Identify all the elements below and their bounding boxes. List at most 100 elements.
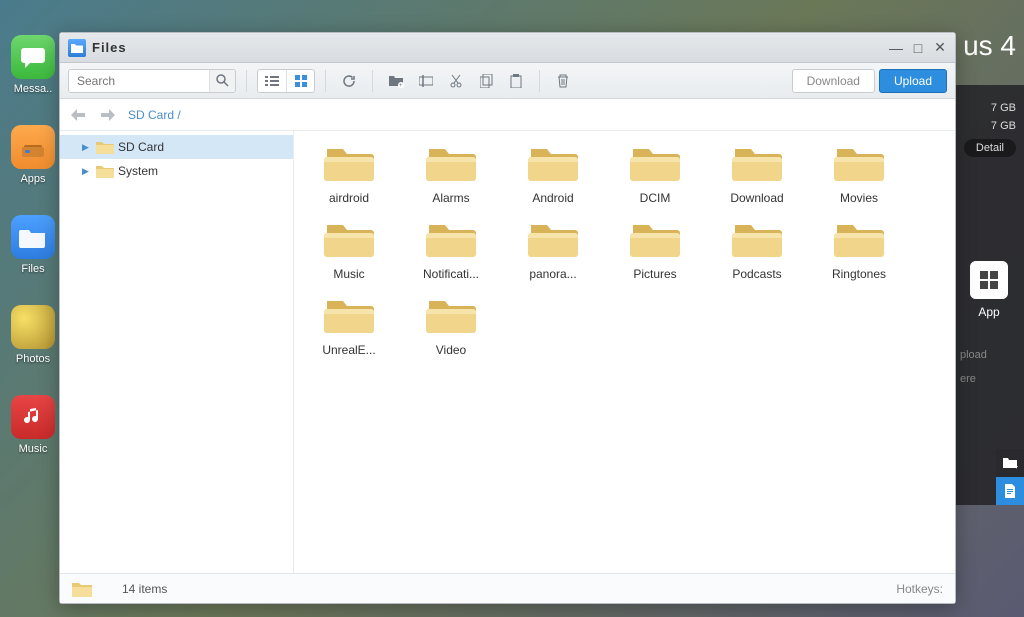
folder-item[interactable]: Video xyxy=(416,295,486,357)
folder-item[interactable]: Music xyxy=(314,219,384,281)
desktop-icon-label: Messa.. xyxy=(14,83,53,95)
refresh-button[interactable] xyxy=(336,69,362,93)
desktop-icon-label: Photos xyxy=(16,353,50,365)
window-controls: — □ ✕ xyxy=(889,41,947,55)
folder-label: airdroid xyxy=(314,191,384,205)
delete-button[interactable] xyxy=(550,69,576,93)
folder-label: panora... xyxy=(518,267,588,281)
grid-view-button[interactable] xyxy=(286,70,314,92)
folder-label: DCIM xyxy=(620,191,690,205)
folder-item[interactable]: Movies xyxy=(824,143,894,205)
divider xyxy=(372,70,373,92)
toolbar: + Download Upload xyxy=(60,63,955,99)
folder-item[interactable]: DCIM xyxy=(620,143,690,205)
minimize-button[interactable]: — xyxy=(889,41,903,55)
search-input[interactable] xyxy=(69,70,209,92)
divider xyxy=(539,70,540,92)
back-button[interactable] xyxy=(68,105,88,125)
sidebar: ▶ SD Card ▶ System xyxy=(60,131,294,573)
list-view-button[interactable] xyxy=(258,70,286,92)
folder-label: Pictures xyxy=(620,267,690,281)
folder-item[interactable]: Download xyxy=(722,143,792,205)
folder-label: Ringtones xyxy=(824,267,894,281)
forward-button[interactable] xyxy=(98,105,118,125)
new-folder-button[interactable]: + xyxy=(383,69,409,93)
folder-item[interactable]: Pictures xyxy=(620,219,690,281)
folder-label: Podcasts xyxy=(722,267,792,281)
desktop-icon-photos[interactable]: Photos xyxy=(11,305,55,365)
folder-item[interactable]: Alarms xyxy=(416,143,486,205)
folder-item[interactable]: Notificati... xyxy=(416,219,486,281)
tree-item-system[interactable]: ▶ System xyxy=(60,159,293,183)
tree-label: SD Card xyxy=(118,140,164,154)
cut-button[interactable] xyxy=(443,69,469,93)
right-here-text: ere xyxy=(954,373,1024,397)
search-box xyxy=(68,69,236,93)
window-title: Files xyxy=(92,40,127,55)
folder-item[interactable]: Podcasts xyxy=(722,219,792,281)
svg-text:+: + xyxy=(399,83,403,88)
view-toggle xyxy=(257,69,315,93)
detail-button[interactable]: Detail xyxy=(964,139,1016,157)
files-app-icon xyxy=(68,39,86,57)
folder-label: UnrealE... xyxy=(314,343,384,357)
folder-label: Music xyxy=(314,267,384,281)
desktop-icon-music[interactable]: Music xyxy=(11,395,55,455)
maximize-button[interactable]: □ xyxy=(911,41,925,55)
desktop-icons: Messa.. Apps Files Photos Music xyxy=(11,35,55,485)
rename-button[interactable] xyxy=(413,69,439,93)
divider xyxy=(246,70,247,92)
folder-item[interactable]: UnrealE... xyxy=(314,295,384,357)
tree-label: System xyxy=(118,164,158,178)
folder-item[interactable]: Android xyxy=(518,143,588,205)
folder-label: Video xyxy=(416,343,486,357)
folder-label: Android xyxy=(518,191,588,205)
search-button[interactable] xyxy=(209,70,235,92)
folder-item[interactable]: airdroid xyxy=(314,143,384,205)
folder-label: Alarms xyxy=(416,191,486,205)
hotkeys-label[interactable]: Hotkeys: xyxy=(896,582,943,596)
folder-label: Download xyxy=(722,191,792,205)
copy-button[interactable] xyxy=(473,69,499,93)
right-upload-text: pload xyxy=(954,337,1024,373)
desktop-icon-messages[interactable]: Messa.. xyxy=(11,35,55,95)
messages-icon xyxy=(11,35,55,79)
breadcrumb[interactable]: SD Card / xyxy=(128,108,181,122)
window-body: ▶ SD Card ▶ System airdroid Alarms Android… xyxy=(60,131,955,573)
download-button[interactable]: Download xyxy=(792,69,875,93)
files-window: Files — □ ✕ + xyxy=(59,32,956,604)
storage-row-1: 7 GB xyxy=(954,99,1024,117)
files-icon xyxy=(11,215,55,259)
app-tile-icon xyxy=(970,261,1008,299)
titlebar: Files — □ ✕ xyxy=(60,33,955,63)
device-name-partial: us 4 xyxy=(963,30,1016,62)
close-button[interactable]: ✕ xyxy=(933,41,947,55)
app-tile-label: App xyxy=(978,305,999,319)
folder-label: Notificati... xyxy=(416,267,486,281)
statusbar: 14 items Hotkeys: xyxy=(60,573,955,603)
folder-add-icon[interactable]: + xyxy=(996,449,1024,477)
expander-icon[interactable]: ▶ xyxy=(82,166,92,177)
folder-label: Movies xyxy=(824,191,894,205)
desktop-icon-files[interactable]: Files xyxy=(11,215,55,275)
expander-icon[interactable]: ▶ xyxy=(82,142,92,153)
desktop-icon-label: Files xyxy=(21,263,44,275)
folder-item[interactable]: Ringtones xyxy=(824,219,894,281)
divider xyxy=(325,70,326,92)
photos-icon xyxy=(11,305,55,349)
app-tile[interactable]: App xyxy=(954,261,1024,319)
music-icon xyxy=(11,395,55,439)
storage-row-2: 7 GB xyxy=(954,117,1024,135)
right-file-icons: + xyxy=(996,449,1024,505)
file-icon[interactable] xyxy=(996,477,1024,505)
folder-icon xyxy=(72,581,92,597)
svg-text:+: + xyxy=(1014,462,1018,470)
folder-item[interactable]: panora... xyxy=(518,219,588,281)
desktop-icon-apps[interactable]: Apps xyxy=(11,125,55,185)
item-count: 14 items xyxy=(122,582,167,596)
paste-button[interactable] xyxy=(503,69,529,93)
folder-grid: airdroid Alarms Android DCIM Download Movies M… xyxy=(314,143,935,357)
tree-item-sdcard[interactable]: ▶ SD Card xyxy=(60,135,293,159)
content-area: airdroid Alarms Android DCIM Download Movies M… xyxy=(294,131,955,573)
upload-button[interactable]: Upload xyxy=(879,69,947,93)
